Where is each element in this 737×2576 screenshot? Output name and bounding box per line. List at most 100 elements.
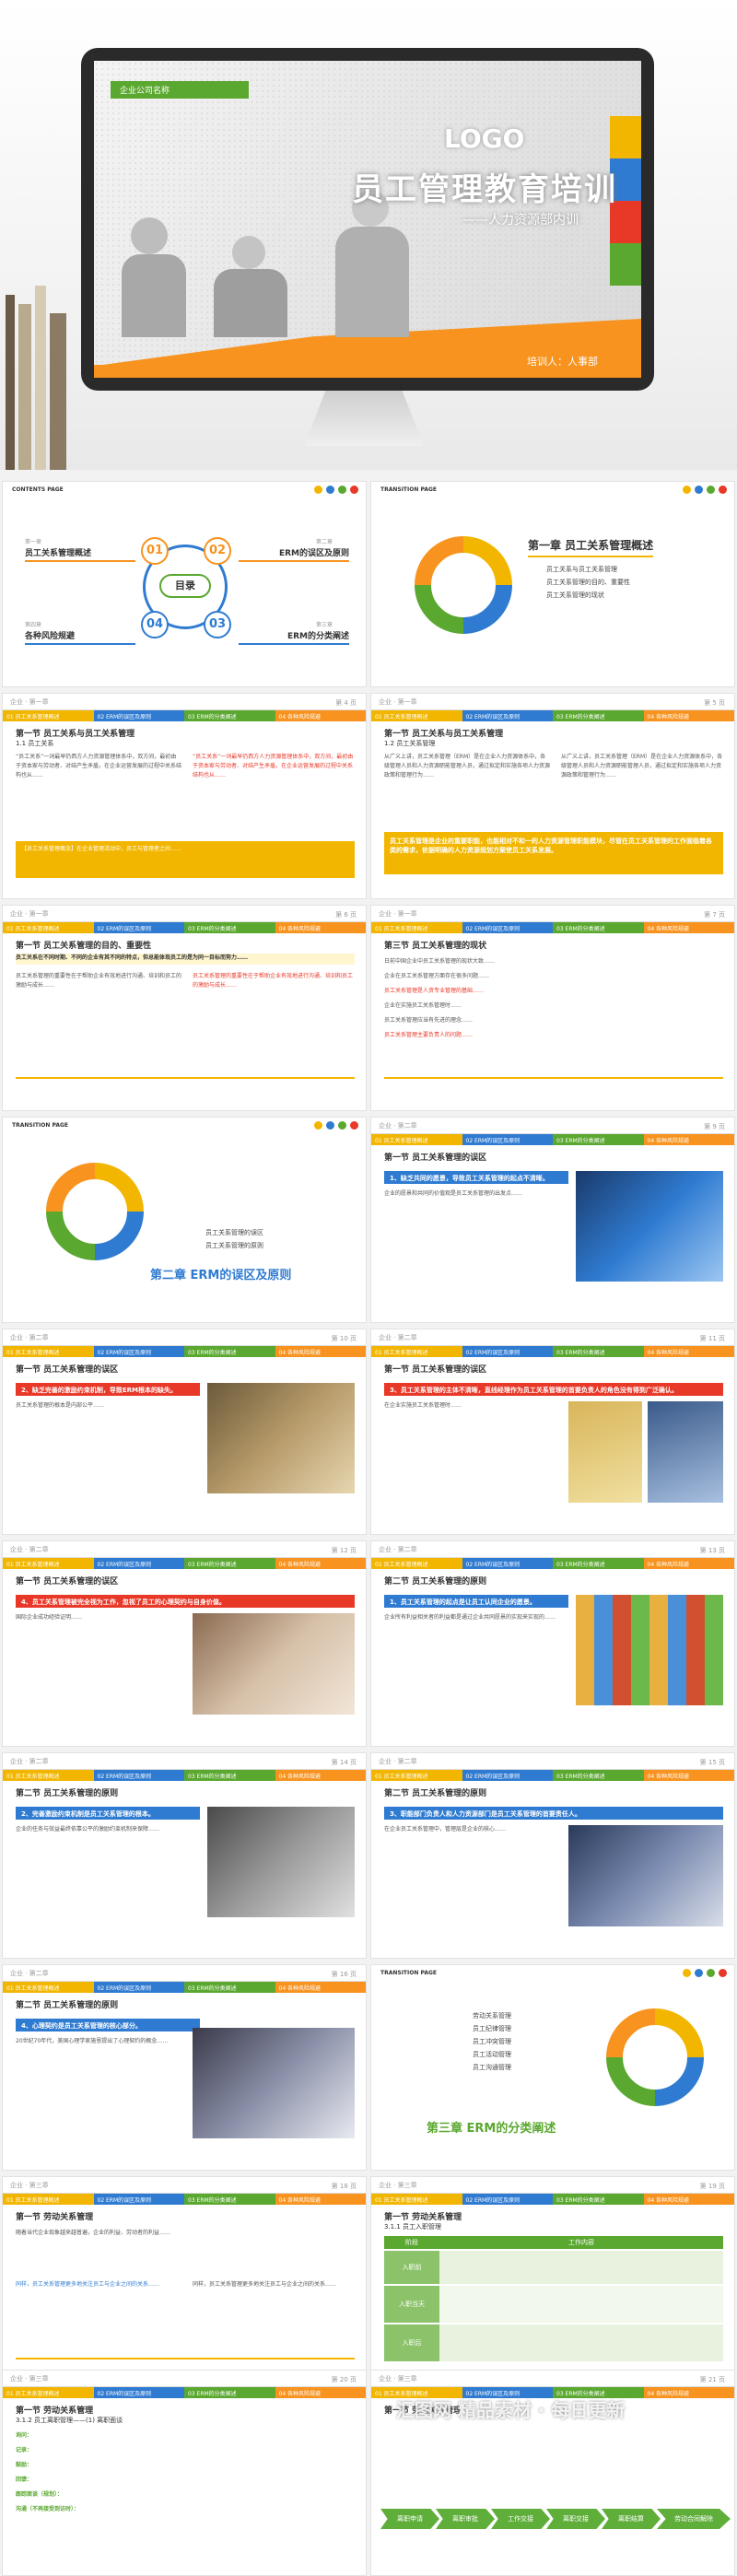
lead-text: 员工关系在不同时期、不同的企业有其不同的特点，但总能体现员工的是为同一目标而努力… (16, 954, 355, 965)
slide-p9: 企业 · 第二章 第 9 页 01 员工关系管理概述 02 ERM的误区及原则 … (370, 1117, 735, 1323)
tab-02[interactable]: 02 ERM的误区及原则 (93, 1770, 184, 1781)
tab-02[interactable]: 02 ERM的误区及原则 (462, 1770, 553, 1781)
tab-02[interactable]: 02 ERM的误区及原则 (462, 922, 553, 933)
tab-04[interactable]: 04 各种风险规避 (643, 1134, 734, 1145)
transition-bullet-4: 员工活动管理 (473, 2051, 511, 2058)
divider (16, 1077, 355, 1079)
tab-02[interactable]: 02 ERM的误区及原则 (93, 922, 184, 933)
page-tag: CONTENTS PAGE (12, 486, 64, 493)
tab-03[interactable]: 03 ERM的分类阐述 (184, 1770, 275, 1781)
tab-04[interactable]: 04 各种风险规避 (643, 1346, 734, 1357)
contents-center-label: 目录 (159, 574, 211, 598)
tab-03[interactable]: 03 ERM的分类阐述 (553, 922, 644, 933)
transition-slide-1: TRANSITION PAGE 第一章 员工关系管理概述 员工关系与员工关系管理… (370, 481, 735, 687)
highlight-box: 员工关系管理是企业的重要职能，也能相对不和一的人力资源管理职能模块，尽管在员工关… (384, 832, 723, 874)
tab-strip: 01 员工关系管理概述 02 ERM的误区及原则 03 ERM的分类阐述 04 … (371, 2194, 734, 2205)
tab-01[interactable]: 01 员工关系管理概述 (3, 1982, 94, 1993)
tab-02[interactable]: 02 ERM的误区及原则 (93, 2194, 184, 2205)
slide-header: 企业 · 第三章 (3, 2371, 366, 2387)
tab-04[interactable]: 04 各种风险规避 (643, 1558, 734, 1569)
body-text: “员工关系”一词最早仍西方人力资源管理体系中，双方间，最初由于资本家与劳动者、对… (16, 754, 181, 779)
body-text: 员工关系管理的根本是内部公平…… (16, 1402, 105, 1409)
tab-03[interactable]: 03 ERM的分类阐述 (184, 2194, 275, 2205)
tab-04[interactable]: 04 各种风险规避 (643, 922, 734, 933)
tab-03[interactable]: 03 ERM的分类阐述 (553, 1558, 644, 1569)
list-item: 询问： (16, 2432, 33, 2439)
team-photo (193, 2028, 355, 2138)
contents-item-1[interactable]: 员工关系管理概述 (25, 546, 135, 562)
tab-01[interactable]: 01 员工关系管理概述 (371, 2194, 462, 2205)
divider (16, 2358, 355, 2359)
tab-03[interactable]: 03 ERM的分类阐述 (553, 1134, 644, 1145)
tab-04[interactable]: 04 各种风险规避 (275, 1558, 366, 1569)
tab-04[interactable]: 04 各种风险规避 (275, 922, 366, 933)
slide-header: 企业 · 第二章 (3, 1753, 366, 1770)
tab-01[interactable]: 01 员工关系管理概述 (371, 1346, 462, 1357)
tab-04[interactable]: 04 各种风险规避 (643, 2194, 734, 2205)
transition-title: 第一章 员工关系管理概述 (528, 537, 654, 557)
slide-p10: 企业 · 第二章 第 10 页 01 员工关系管理概述 02 ERM的误区及原则… (2, 1329, 367, 1535)
tab-04[interactable]: 04 各种风险规避 (275, 2194, 366, 2205)
tab-03[interactable]: 03 ERM的分类阐述 (553, 1346, 644, 1357)
tab-03[interactable]: 03 ERM的分类阐述 (553, 1770, 644, 1781)
photo-wall (576, 1595, 723, 1705)
tab-01[interactable]: 01 员工关系管理概述 (371, 710, 462, 721)
tab-01[interactable]: 01 员工关系管理概述 (3, 1770, 94, 1781)
tab-02[interactable]: 02 ERM的误区及原则 (93, 1558, 184, 1569)
slide-p14: 企业 · 第二章 第 14 页 01 员工关系管理概述 02 ERM的误区及原则… (2, 1752, 367, 1959)
transition-slide-2: TRANSITION PAGE 员工关系管理的误区 员工关系管理的原则 第二章 … (2, 1117, 367, 1323)
tab-04[interactable]: 04 各种风险规避 (275, 1770, 366, 1781)
cat-photo (207, 1383, 355, 1493)
worker-photo-2 (648, 1401, 723, 1503)
tab-03[interactable]: 03 ERM的分类阐述 (184, 922, 275, 933)
tab-01[interactable]: 01 员工关系管理概述 (3, 2387, 94, 2398)
tab-01[interactable]: 01 员工关系管理概述 (371, 1558, 462, 1569)
tab-01[interactable]: 01 员工关系管理概述 (3, 2194, 94, 2205)
tab-02[interactable]: 02 ERM的误区及原则 (93, 710, 184, 721)
divider (384, 1077, 723, 1079)
tab-01[interactable]: 01 员工关系管理概述 (3, 1558, 94, 1569)
tab-02[interactable]: 02 ERM的误区及原则 (462, 1346, 553, 1357)
tab-01[interactable]: 01 员工关系管理概述 (371, 922, 462, 933)
tab-04[interactable]: 04 各种风险规避 (275, 710, 366, 721)
tab-01[interactable]: 01 员工关系管理概述 (3, 1346, 94, 1357)
tab-02[interactable]: 02 ERM的误区及原则 (93, 2387, 184, 2398)
contents-ch-1: 第一章 (25, 539, 42, 545)
tab-03[interactable]: 03 ERM的分类阐述 (553, 710, 644, 721)
tab-01[interactable]: 01 员工关系管理概述 (371, 1770, 462, 1781)
tab-04[interactable]: 04 各种风险规避 (643, 710, 734, 721)
highlight-bar: 2、完善激励约束机制是员工关系管理的根本。 (16, 1807, 200, 1820)
section-title: 第一节 员工关系与员工关系管理 (384, 730, 504, 739)
tab-02[interactable]: 02 ERM的误区及原则 (93, 1346, 184, 1357)
transition-bullet-1: 员工关系管理的误区 (205, 1229, 263, 1236)
tab-01[interactable]: 01 员工关系管理概述 (3, 922, 94, 933)
tab-03[interactable]: 03 ERM的分类阐述 (184, 1558, 275, 1569)
transition-title: 第三章 ERM的分类阐述 (427, 2122, 556, 2136)
tab-02[interactable]: 02 ERM的误区及原则 (462, 710, 553, 721)
tab-strip: 01 员工关系管理概述 02 ERM的误区及原则 03 ERM的分类阐述 04 … (371, 1558, 734, 1569)
page-tag: TRANSITION PAGE (12, 1122, 68, 1129)
tab-02[interactable]: 02 ERM的误区及原则 (462, 2194, 553, 2205)
contents-item-4[interactable]: 各种风险规避 (25, 629, 135, 645)
contents-num-1: 01 (141, 537, 169, 565)
section-title: 第一节 员工关系管理的目的、重要性 (16, 942, 152, 951)
tab-02[interactable]: 02 ERM的误区及原则 (462, 1134, 553, 1145)
tab-03[interactable]: 03 ERM的分类阐述 (184, 1982, 275, 1993)
tab-01[interactable]: 01 员工关系管理概述 (3, 710, 94, 721)
tab-03[interactable]: 03 ERM的分类阐述 (184, 710, 275, 721)
tab-03[interactable]: 03 ERM的分类阐述 (553, 2194, 644, 2205)
tab-02[interactable]: 02 ERM的误区及原则 (462, 1558, 553, 1569)
contents-item-3[interactable]: ERM的分类阐述 (239, 629, 349, 645)
contents-slide: CONTENTS PAGE 目录 01 02 04 03 第一章 员工关系管理概… (2, 481, 367, 687)
tab-03[interactable]: 03 ERM的分类阐述 (184, 1346, 275, 1357)
tab-04[interactable]: 04 各种风险规避 (275, 1346, 366, 1357)
tab-02[interactable]: 02 ERM的误区及原则 (93, 1982, 184, 1993)
tab-04[interactable]: 04 各种风险规避 (275, 1982, 366, 1993)
tab-04[interactable]: 04 各种风险规避 (643, 2387, 734, 2398)
tab-04[interactable]: 04 各种风险规避 (643, 1770, 734, 1781)
tab-04[interactable]: 04 各种风险规避 (275, 2387, 366, 2398)
tab-03[interactable]: 03 ERM的分类阐述 (184, 2387, 275, 2398)
tab-01[interactable]: 01 员工关系管理概述 (371, 1134, 462, 1145)
highlight-bar: 4、心理契约是员工关系管理的核心部分。 (16, 2019, 200, 2032)
contents-item-2[interactable]: ERM的误区及原则 (239, 546, 349, 562)
